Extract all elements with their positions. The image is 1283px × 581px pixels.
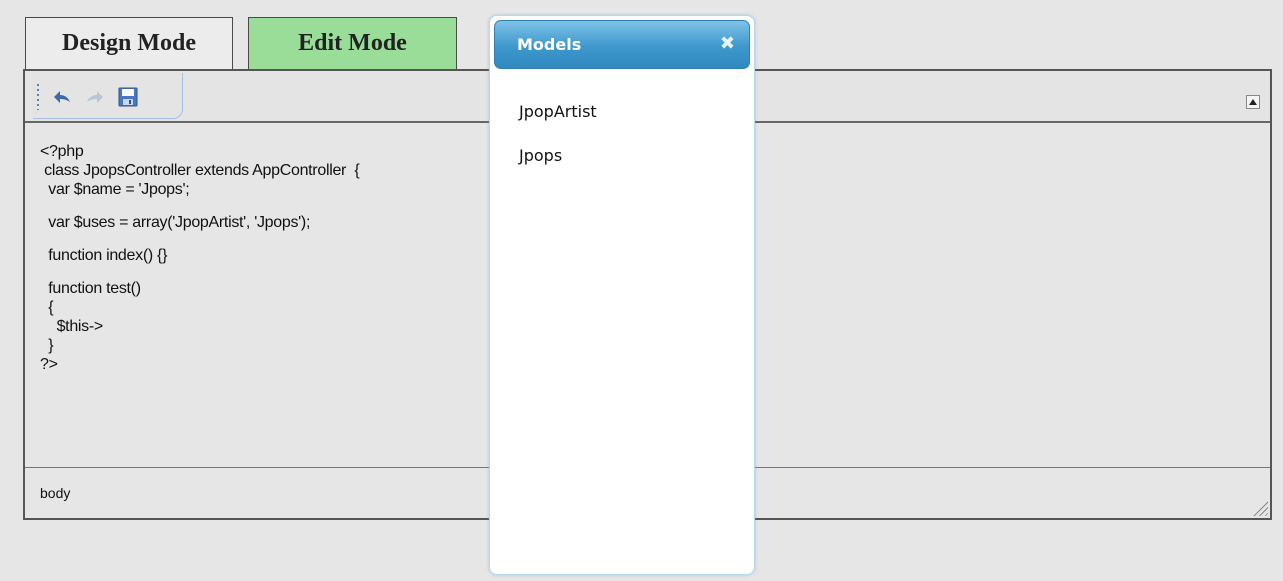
triangle-up-icon bbox=[1249, 99, 1257, 105]
app-root: Design Mode Edit Mode <?php class JpopsC… bbox=[0, 0, 1283, 581]
redo-button[interactable] bbox=[83, 85, 107, 109]
model-item-jpops[interactable]: Jpops bbox=[519, 146, 597, 190]
save-icon bbox=[118, 87, 138, 107]
save-button[interactable] bbox=[116, 85, 140, 109]
tab-design-mode[interactable]: Design Mode bbox=[25, 17, 233, 69]
redo-icon bbox=[87, 91, 103, 103]
toolbar-grip-handle[interactable] bbox=[37, 84, 39, 110]
models-list: JpopArtist Jpops bbox=[519, 102, 597, 190]
element-path[interactable]: body bbox=[40, 485, 70, 501]
models-popup-title: Models bbox=[517, 35, 582, 54]
toolbar-group bbox=[33, 73, 183, 119]
models-popup-header[interactable]: Models ✖ bbox=[494, 20, 750, 69]
models-popup: Models ✖ JpopArtist Jpops bbox=[489, 15, 755, 575]
collapse-toolbar-button[interactable] bbox=[1246, 95, 1260, 109]
model-item-jpopartist[interactable]: JpopArtist bbox=[519, 102, 597, 146]
undo-button[interactable] bbox=[50, 85, 74, 109]
resize-handle[interactable] bbox=[1250, 498, 1268, 516]
close-icon[interactable]: ✖ bbox=[720, 33, 735, 54]
tab-edit-mode[interactable]: Edit Mode bbox=[248, 17, 457, 69]
undo-icon bbox=[54, 91, 70, 103]
